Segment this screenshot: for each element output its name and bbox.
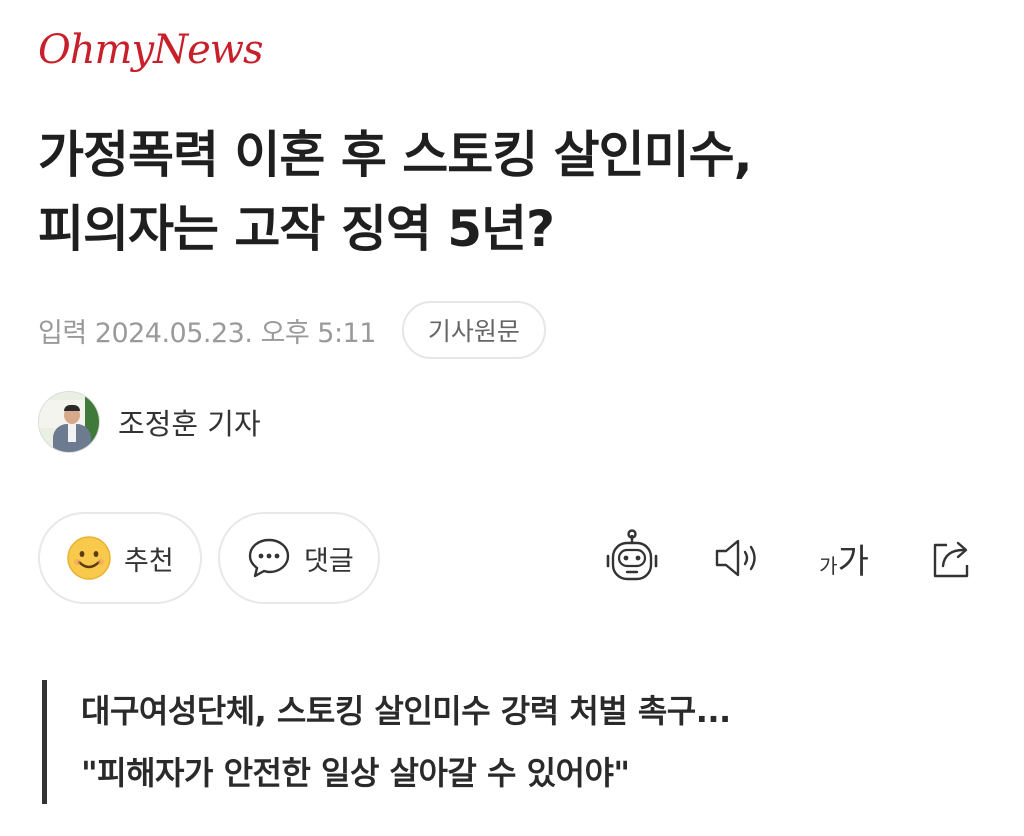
article-action-bar: 추천 댓글 가가 (38, 512, 988, 606)
subtitle-line-1: 대구여성단체, 스토킹 살인미수 강력 처벌 촉구... (81, 692, 731, 730)
font-size-button[interactable]: 가가 (814, 526, 874, 590)
reporter-info[interactable]: 조정훈 기자 (38, 390, 261, 454)
comment-label: 댓글 (304, 545, 354, 577)
speaker-icon (715, 539, 756, 577)
article-subtitle: 대구여성단체, 스토킹 살인미수 강력 처벌 촉구... "피해자가 안전한 일… (42, 680, 982, 804)
speech-bubble-icon (248, 538, 290, 578)
listen-button[interactable] (710, 526, 764, 590)
recommend-label: 추천 (124, 545, 174, 577)
article-headline: 가정폭력 이혼 후 스토킹 살인미수, 피의자는 고작 징역 5년? (38, 118, 988, 266)
original-article-button[interactable]: 기사원문 (401, 301, 546, 359)
publish-date: 입력 2024.05.23. 오후 5:11 (38, 317, 376, 349)
font-size-icon: 가가 (819, 541, 869, 582)
smile-emoji-icon (67, 536, 111, 580)
share-button[interactable] (926, 526, 978, 590)
headline-line-1: 가정폭력 이혼 후 스토킹 살인미수, (38, 126, 753, 184)
headline-line-2: 피의자는 고작 징역 5년? (38, 200, 555, 258)
recommend-button[interactable]: 추천 (38, 512, 202, 604)
ohmynews-logo[interactable]: OhmyNews (38, 22, 264, 78)
share-icon (933, 541, 969, 578)
reporter-avatar[interactable] (38, 391, 100, 453)
robot-icon (606, 529, 658, 581)
reporter-name[interactable]: 조정훈 기자 (118, 401, 261, 443)
summary-bot-button[interactable] (602, 526, 662, 590)
subtitle-line-2: "피해자가 안전한 일상 살아갈 수 있어야" (81, 754, 630, 792)
article-meta: 입력 2024.05.23. 오후 5:11 기사원문 (38, 300, 546, 360)
comment-button[interactable]: 댓글 (218, 512, 380, 604)
